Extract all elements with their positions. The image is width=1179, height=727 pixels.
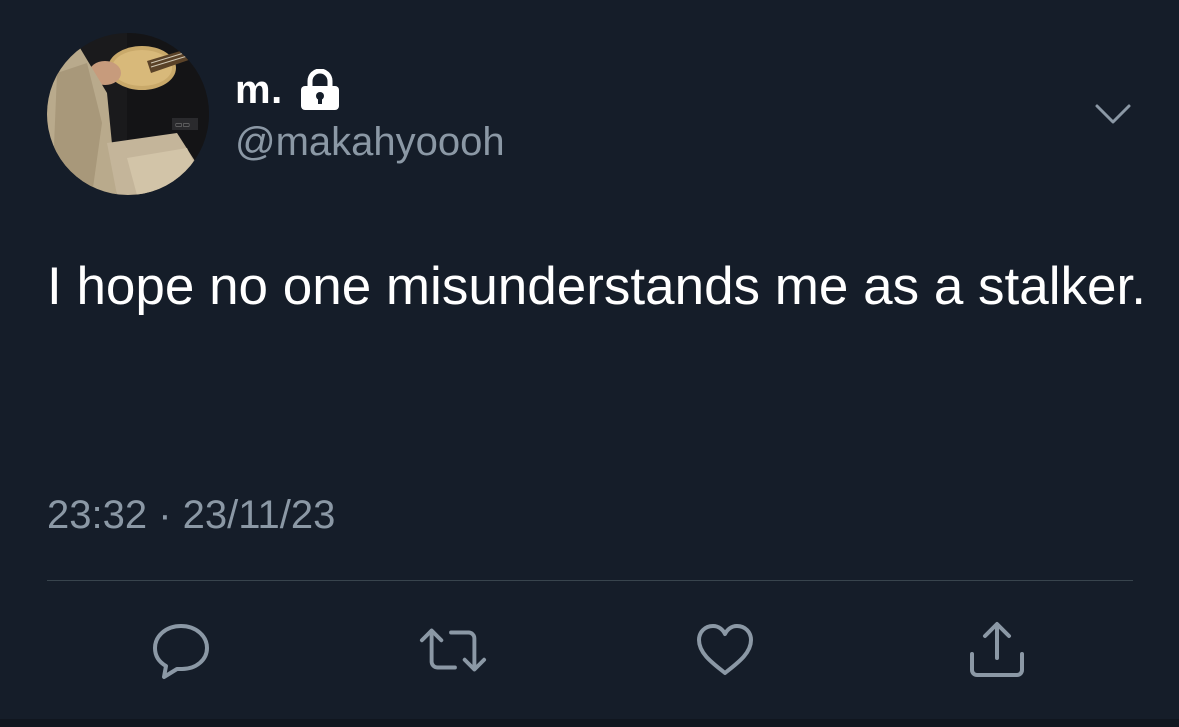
- chevron-down-icon: [1095, 104, 1131, 124]
- avatar-image: ▭▭: [47, 33, 209, 195]
- avatar[interactable]: ▭▭: [47, 33, 209, 195]
- share-button[interactable]: [962, 615, 1032, 685]
- retweet-button[interactable]: [418, 615, 488, 685]
- divider: [47, 580, 1133, 581]
- action-bar: [0, 615, 1179, 685]
- svg-text:▭▭: ▭▭: [175, 120, 190, 129]
- tweet-text: I hope no one misunderstands me as a sta…: [47, 257, 1146, 316]
- heart-icon: [697, 624, 753, 675]
- lock-icon: [300, 69, 339, 110]
- display-name[interactable]: m.: [235, 68, 283, 113]
- author-name-row: m.: [235, 66, 343, 114]
- tweet-timestamp[interactable]: 23:32 · 23/11/23: [47, 493, 335, 538]
- tweet-menu-button[interactable]: [1093, 100, 1133, 130]
- retweet-icon: [419, 628, 487, 672]
- reply-button[interactable]: [146, 615, 216, 685]
- tweet-card: ▭▭ m. @makahyoooh I hope no one misunder…: [0, 0, 1179, 727]
- share-icon: [970, 622, 1024, 677]
- author-handle[interactable]: @makahyoooh: [235, 120, 505, 165]
- bottom-edge: [0, 719, 1179, 727]
- reply-icon: [153, 624, 209, 679]
- like-button[interactable]: [690, 615, 760, 685]
